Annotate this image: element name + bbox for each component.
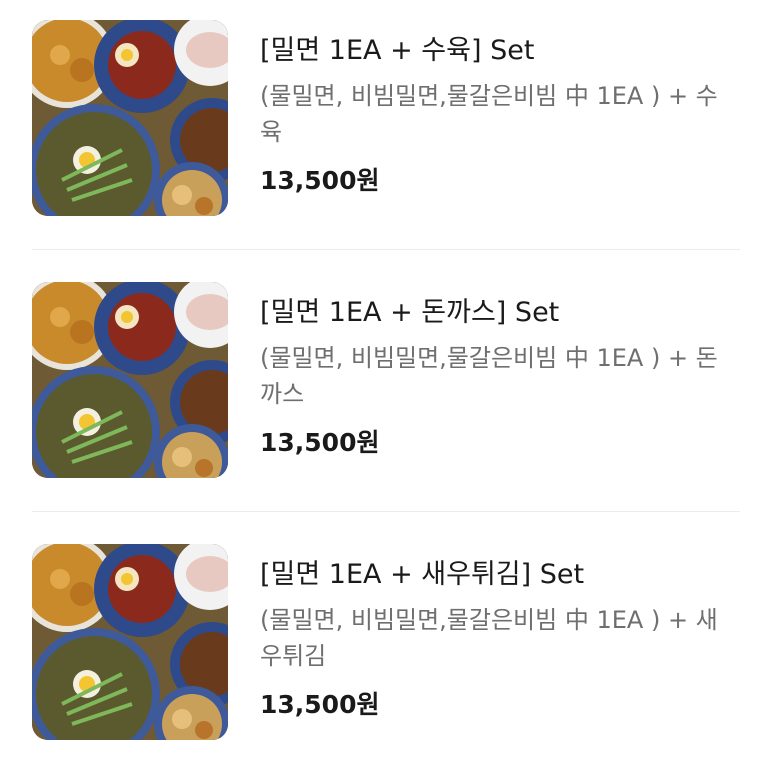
food-photo-image xyxy=(32,282,228,478)
menu-item-photo xyxy=(32,282,228,478)
menu-item-description: (물밀면, 비빔밀면,물갈은비빔 中 1EA ) + 새우튀김 xyxy=(260,606,718,670)
menu-item-price: 13,500원 xyxy=(260,690,380,719)
menu-item-title: [밀면 1EA + 수육] Set xyxy=(260,35,535,66)
menu-item-info: [밀면 1EA + 돈까스] Set (물밀면, 비빔밀면,물갈은비빔 中 1E… xyxy=(260,294,750,460)
menu-item-donkkaseu-set[interactable]: [밀면 1EA + 돈까스] Set (물밀면, 비빔밀면,물갈은비빔 中 1E… xyxy=(0,262,773,498)
menu-item-price: 13,500원 xyxy=(260,166,380,195)
menu-item-price: 13,500원 xyxy=(260,428,380,457)
menu-list: [밀면 1EA + 수육] Set (물밀면, 비빔밀면,물갈은비빔 中 1EA… xyxy=(0,0,773,752)
food-photo-image xyxy=(32,20,228,216)
menu-item-info: [밀면 1EA + 새우튀김] Set (물밀면, 비빔밀면,물갈은비빔 中 1… xyxy=(260,556,750,722)
menu-item-suyuk-set[interactable]: [밀면 1EA + 수육] Set (물밀면, 비빔밀면,물갈은비빔 中 1EA… xyxy=(0,0,773,236)
menu-divider xyxy=(32,511,740,512)
menu-item-title: [밀면 1EA + 새우튀김] Set xyxy=(260,559,585,590)
menu-item-photo xyxy=(32,20,228,216)
menu-item-title: [밀면 1EA + 돈까스] Set xyxy=(260,297,560,328)
menu-item-saeu-twigim-set[interactable]: [밀면 1EA + 새우튀김] Set (물밀면, 비빔밀면,물갈은비빔 中 1… xyxy=(0,524,773,760)
menu-item-photo xyxy=(32,544,228,740)
food-photo-image xyxy=(32,544,228,740)
menu-divider xyxy=(32,249,740,250)
menu-item-description: (물밀면, 비빔밀면,물갈은비빔 中 1EA ) + 돈까스 xyxy=(260,344,718,408)
menu-item-info: [밀면 1EA + 수육] Set (물밀면, 비빔밀면,물갈은비빔 中 1EA… xyxy=(260,32,750,198)
menu-item-description: (물밀면, 비빔밀면,물갈은비빔 中 1EA ) + 수육 xyxy=(260,82,718,146)
